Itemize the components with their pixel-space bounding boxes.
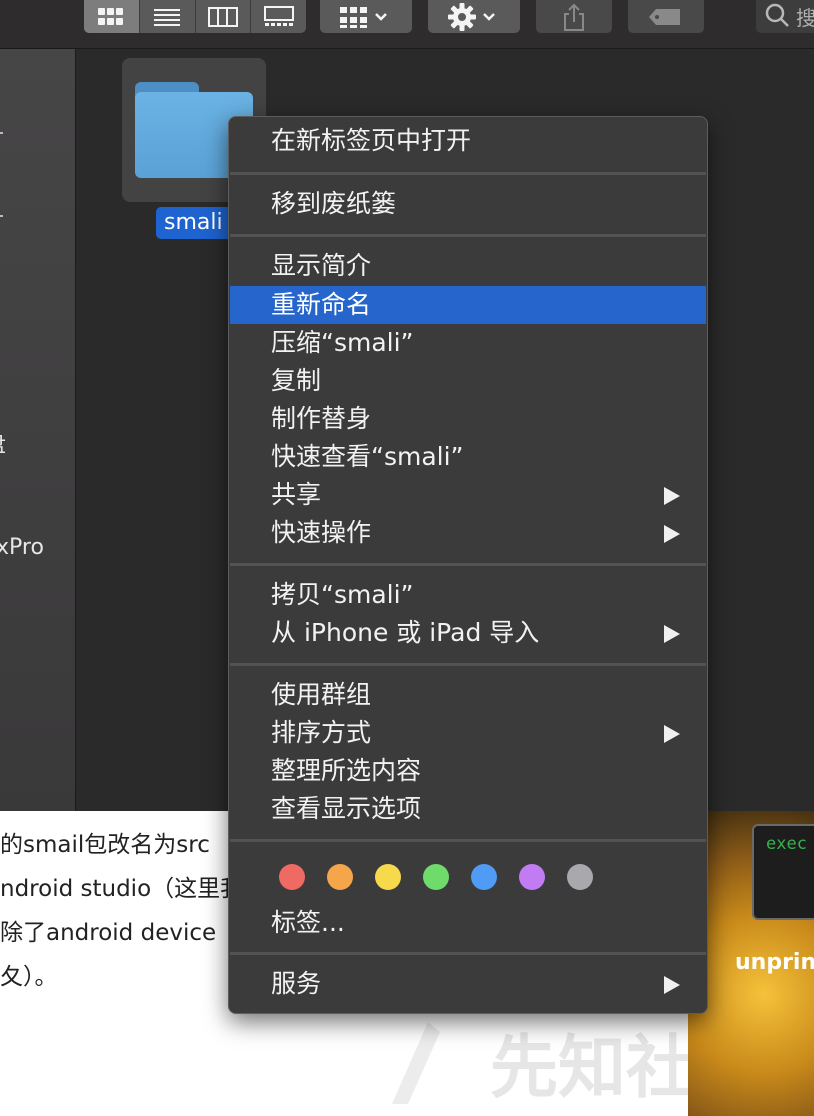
sidebar-item-macbookpro[interactable]: xPro: [0, 535, 44, 560]
tag-color-orange[interactable]: [327, 864, 353, 890]
menu-item-import-from-iphone[interactable]: 从 iPhone 或 iPad 导入: [230, 614, 706, 652]
menu-item-share[interactable]: 共享: [230, 476, 706, 514]
menu-item-sort-by[interactable]: 排序方式: [230, 714, 706, 752]
menu-separator: [230, 172, 706, 175]
search-icon: [764, 2, 790, 35]
submenu-arrow-icon: [664, 976, 680, 994]
menu-item-duplicate[interactable]: 复制: [230, 362, 706, 400]
menu-separator: [230, 563, 706, 566]
menu-item-get-info[interactable]: 显示简介: [230, 247, 706, 285]
tag-color-gray[interactable]: [567, 864, 593, 890]
web-text-line: ndroid studio（这里我: [0, 876, 244, 902]
view-mode-segmented-control: [84, 0, 306, 33]
sidebar-item-disk[interactable]: 盘: [0, 427, 6, 459]
menu-item-services[interactable]: 服务: [230, 965, 706, 1003]
menu-item-quick-look[interactable]: 快速查看“smali”: [230, 438, 706, 476]
search-placeholder: 搜: [796, 6, 814, 30]
menu-item-open-in-new-tab[interactable]: 在新标签页中打开: [230, 122, 706, 160]
tag-icon: [649, 8, 680, 25]
finder-toolbar: 搜: [0, 0, 814, 49]
group-by-button[interactable]: [320, 0, 412, 33]
action-menu-button[interactable]: [428, 0, 520, 33]
terminal-text: exec: [766, 834, 807, 854]
column-view-icon: [207, 6, 238, 27]
tag-button[interactable]: [628, 0, 704, 33]
sidebar-item-marker: [0, 215, 3, 217]
menu-item-quick-actions[interactable]: 快速操作: [230, 514, 706, 552]
menu-item-use-groups[interactable]: 使用群组: [230, 676, 706, 714]
menu-item-show-view-options[interactable]: 查看显示选项: [230, 790, 706, 828]
menu-item-clean-up-selection[interactable]: 整理所选内容: [230, 752, 706, 790]
menu-separator: [230, 952, 706, 955]
watermark-logo: [388, 1018, 448, 1108]
menu-separator: [230, 234, 706, 237]
grid-group-icon: [340, 6, 367, 28]
tag-color-yellow[interactable]: [375, 864, 401, 890]
gear-icon: [448, 2, 476, 31]
gallery-view-icon: [263, 5, 294, 26]
sidebar-item-marker: [0, 132, 3, 134]
column-view-button[interactable]: [194, 0, 251, 33]
share-button[interactable]: [536, 0, 612, 33]
submenu-arrow-icon: [664, 487, 680, 505]
icon-view-icon: [98, 7, 124, 25]
finder-sidebar: 盘 xPro: [0, 49, 76, 811]
web-text-line: 夂）。: [0, 964, 58, 990]
search-field[interactable]: 搜: [756, 0, 814, 33]
menu-item-move-to-trash[interactable]: 移到废纸篓: [230, 185, 706, 223]
menu-separator: [230, 839, 706, 842]
web-text-line: 除了android device: [0, 920, 217, 946]
submenu-arrow-icon: [664, 725, 680, 743]
share-icon: [564, 3, 584, 31]
submenu-arrow-icon: [664, 525, 680, 543]
gallery-view-button[interactable]: [250, 0, 306, 33]
submenu-arrow-icon: [664, 625, 680, 643]
tag-color-red[interactable]: [279, 864, 305, 890]
tag-color-green[interactable]: [423, 864, 449, 890]
folder-name-label[interactable]: smali: [156, 207, 238, 239]
photo-caption: unprin: [735, 950, 814, 975]
menu-item-make-alias[interactable]: 制作替身: [230, 400, 706, 438]
icon-view-button[interactable]: [84, 0, 139, 33]
chevron-down-icon: [483, 12, 495, 21]
tag-color-purple[interactable]: [519, 864, 545, 890]
menu-separator: [230, 663, 706, 666]
list-view-button[interactable]: [138, 0, 195, 33]
menu-item-copy[interactable]: 拷贝“smali”: [230, 576, 706, 614]
chevron-down-icon: [375, 12, 387, 21]
menu-item-compress[interactable]: 压缩“smali”: [230, 324, 706, 362]
list-view-icon: [154, 8, 181, 26]
terminal-thumbnail: exec: [752, 824, 814, 920]
menu-item-tags[interactable]: 标签...: [230, 904, 706, 942]
tag-color-blue[interactable]: [471, 864, 497, 890]
context-menu: 在新标签页中打开 移到废纸篓 显示简介 重新命名 压缩“smali” 复制 制作…: [228, 116, 708, 1014]
menu-item-rename[interactable]: 重新命名: [230, 286, 706, 324]
web-text-line: 的smail包改名为src: [0, 832, 210, 858]
